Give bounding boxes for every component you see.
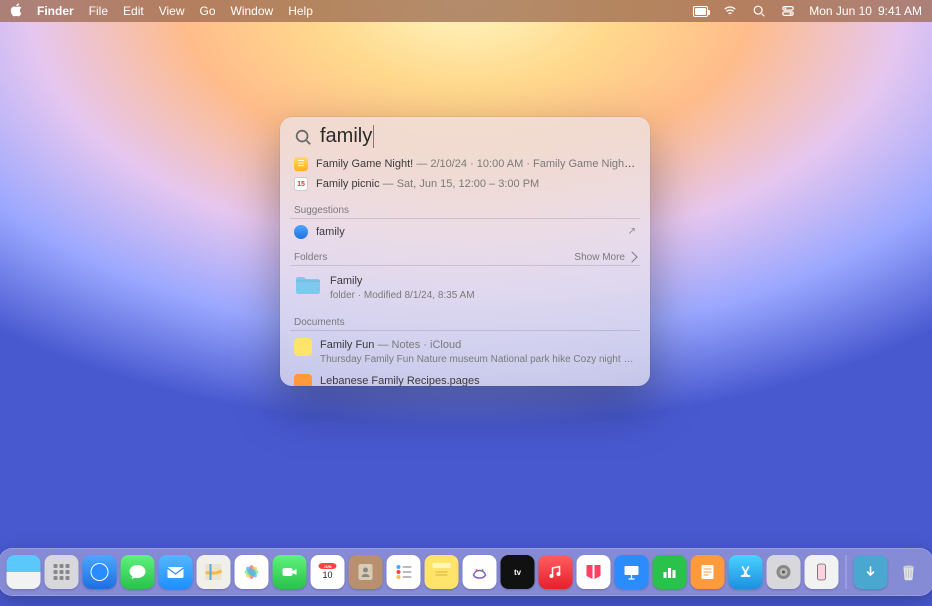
dock-trash[interactable] [892,555,926,589]
pages-doc-icon [294,374,312,386]
dock-freeform[interactable] [463,555,497,589]
menu-item-view[interactable]: View [159,4,185,18]
menu-app-name[interactable]: Finder [37,4,74,18]
reminders-icon: ☰ [294,157,308,171]
spotlight-result-folder[interactable]: Family folder · Modified 8/1/24, 8:35 AM [290,269,640,307]
apple-menu-icon[interactable] [10,3,22,20]
spotlight-query-text: family [320,125,374,148]
dock-appstore[interactable] [729,555,763,589]
dock-safari[interactable] [83,555,117,589]
spotlight-result-reminder[interactable]: ☰ Family Game Night! — 2/10/24 · 10:00 A… [290,154,640,174]
spotlight-result-pages[interactable]: Lebanese Family Recipes.pages [290,370,640,386]
spotlight-panel: family ☰ Family Game Night! — 2/10/24 · … [280,117,650,386]
dock-iphone-mirroring[interactable] [805,555,839,589]
dock-tv[interactable]: tv [501,555,535,589]
dock-pages[interactable] [691,555,725,589]
battery-icon[interactable] [693,5,708,17]
spotlight-result-calendar[interactable]: 15 Family picnic — Sat, Jun 15, 12:00 – … [290,174,640,194]
menu-item-edit[interactable]: Edit [123,4,144,18]
folder-icon [294,274,322,296]
wifi-icon[interactable] [722,5,737,17]
svg-text:JUN: JUN [323,564,331,569]
spotlight-search-field[interactable]: family [280,117,650,154]
menu-item-window[interactable]: Window [231,4,274,18]
dock-mail[interactable] [159,555,193,589]
dock-downloads[interactable] [854,555,888,589]
menu-bar: Finder File Edit View Go Window Help Mon… [0,0,932,22]
dock-maps[interactable] [197,555,231,589]
chevron-right-icon [626,252,637,263]
dock-separator [846,555,847,589]
spotlight-section-suggestions: Suggestions [290,203,640,219]
dock-news[interactable] [577,555,611,589]
open-arrow-icon: ↗ [628,225,636,238]
dock-settings[interactable] [767,555,801,589]
menu-item-help[interactable]: Help [288,4,313,18]
dock-keynote[interactable] [615,555,649,589]
dock-reminders[interactable] [387,555,421,589]
spotlight-menu-icon[interactable] [751,5,766,17]
safari-icon [294,225,308,239]
menu-time[interactable]: 9:41 AM [878,4,922,18]
dock: JUN10 tv [0,548,932,596]
dock-launchpad[interactable] [45,555,79,589]
spotlight-suggestion-web[interactable]: family ↗ [290,222,640,242]
dock-facetime[interactable] [273,555,307,589]
dock-photos[interactable] [235,555,269,589]
dock-numbers[interactable] [653,555,687,589]
dock-finder[interactable] [7,555,41,589]
menu-date[interactable]: Mon Jun 10 [809,4,872,18]
dock-music[interactable] [539,555,573,589]
show-more-folders[interactable]: Show More [574,252,636,263]
calendar-icon: 15 [294,177,308,191]
notes-icon [294,338,312,356]
menu-item-go[interactable]: Go [200,4,216,18]
svg-text:tv: tv [514,568,522,577]
dock-contacts[interactable] [349,555,383,589]
dock-messages[interactable] [121,555,155,589]
control-center-icon[interactable] [780,5,795,17]
dock-calendar[interactable]: JUN10 [311,555,345,589]
svg-text:10: 10 [322,570,332,580]
menu-item-file[interactable]: File [89,4,108,18]
spotlight-section-folders: Folders Show More [290,250,640,266]
spotlight-section-documents: Documents [290,315,640,331]
search-icon [294,128,312,146]
spotlight-result-note[interactable]: Family Fun — Notes · iCloud Thursday Fam… [290,334,640,370]
dock-notes[interactable] [425,555,459,589]
